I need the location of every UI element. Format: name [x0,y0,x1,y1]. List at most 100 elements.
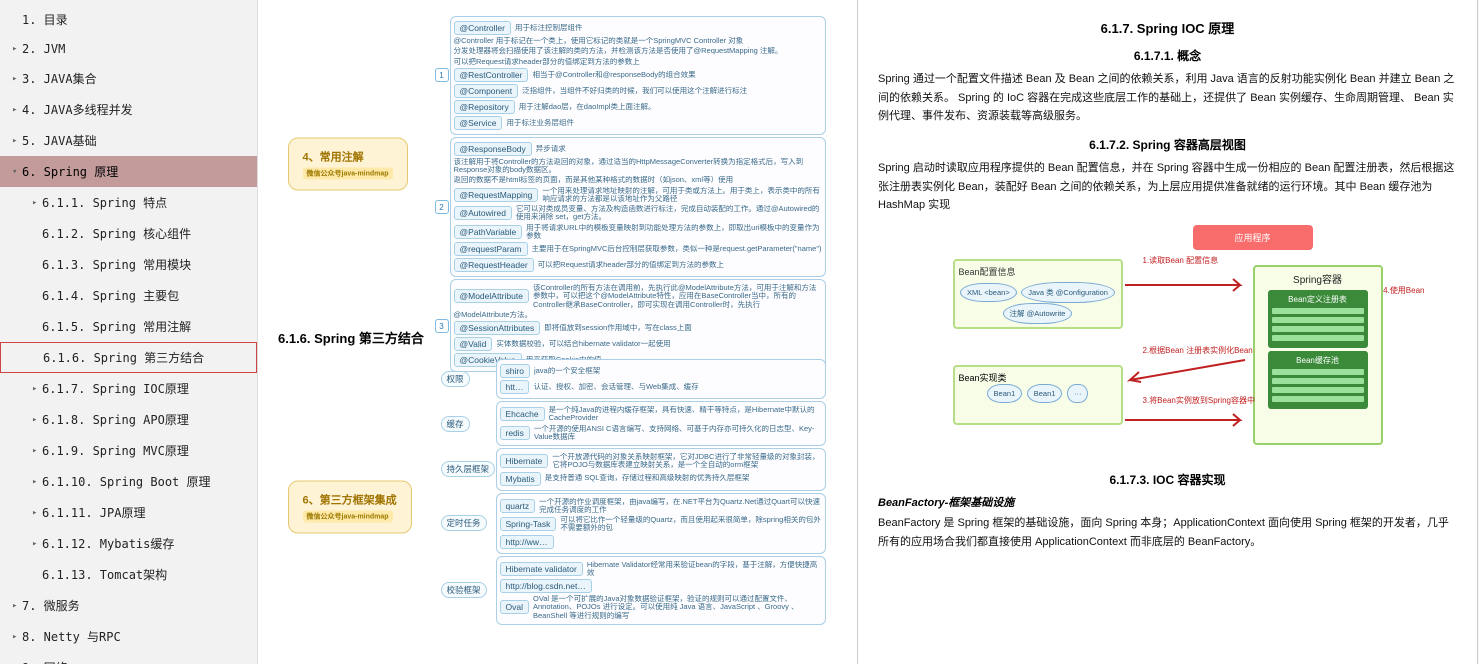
toc-item[interactable]: 1. 目录 [0,4,257,35]
toc-label: 6.1.11. JPA原理 [42,504,145,521]
mm-node: Oval [500,600,529,614]
toc-item[interactable]: ▸6.1.1. Spring 特点 [0,187,257,218]
mm-group: 2@ResponseBody异步请求该注解用于将Controller的方法返回的… [450,137,826,277]
mindmap-annotations: 4、常用注解 微信公众号java-mindmap 1@Controller用于标… [288,14,828,314]
mm-desc: 是一个纯Java的进程内缓存框架，具有快速、精干等特点，是Hibernate中默… [549,406,822,423]
mm-row: http://blog.csdn.net… [500,578,822,594]
toc-item[interactable]: ▸6.1.10. Spring Boot 原理 [0,466,257,497]
mm1-root-tag: 微信公众号java-mindmap [303,168,393,180]
mm-group: 权限shirojava的一个安全框架htt…认证、授权、加密、会话管理、与Web… [496,359,826,399]
mm-row: Mybatis是支持普通 SQL查询，存储过程和高级映射的优秀持久层框架 [500,471,822,487]
mm-node: Hibernate validator [500,562,583,576]
mm-node: @Valid [454,337,493,351]
mm-desc: 用于标注业务层组件 [506,119,821,127]
mm-node: @ModelAttribute [454,289,529,303]
mm-desc: 可以把Request请求header部分的值绑定到方法的参数上 [454,58,822,66]
toc-item[interactable]: ▸2. JVM [0,35,257,63]
mm-node: htt… [500,380,530,394]
page-1: 4、常用注解 微信公众号java-mindmap 1@Controller用于标… [258,0,858,664]
mm-node: @Component [454,84,519,98]
mm-desc: OVal 是一个可扩展的Java对象数据验证框架，验证的规则可以通过配置文件、A… [533,595,822,620]
mm-row: 该注解用于将Controller的方法返回的对象，通过适当的HttpMessag… [454,157,822,176]
cfg-xml: XML <bean> [960,283,1017,302]
mm-node: @Repository [454,100,515,114]
chevron-icon: ▸ [32,415,42,425]
toc-label: 6.1.7. Spring IOC原理 [42,380,189,397]
toc-item[interactable]: ▸6.1.11. JPA原理 [0,497,257,528]
chevron-icon: ▸ [32,508,42,518]
mm-node: Ehcache [500,407,545,421]
toc-item[interactable]: 6.1.2. Spring 核心组件 [0,218,257,249]
toc-item[interactable]: ▸6.1.7. Spring IOC原理 [0,373,257,404]
mm-desc: @ModelAttribute方法。 [454,311,822,319]
mm-row: @SessionAttributes即将值放到session作用域中，写在cla… [454,320,822,336]
toc-item[interactable]: 6.1.6. Spring 第三方结合 [0,342,257,373]
toc-item[interactable]: 6.1.3. Spring 常用模块 [0,249,257,280]
toc-item[interactable]: ▸7. 微服务 [0,590,257,621]
toc-sidebar[interactable]: 1. 目录▸2. JVM▸3. JAVA集合▸4. JAVA多线程并发▸5. J… [0,0,258,664]
mm-desc: 是支持普通 SQL查询，存储过程和高级映射的优秀持久层框架 [545,474,822,482]
impl-b2: Bean1 [1027,384,1063,403]
impl-etc: ··· [1067,384,1089,403]
mm-row: redis一个开源的使用ANSI C语言编写、支持网络、可基于内存亦可持久化的日… [500,424,822,443]
toc-label: 6.1.8. Spring APO原理 [42,411,189,428]
toc-item[interactable]: 6.1.4. Spring 主要包 [0,280,257,311]
chevron-icon: ▸ [32,384,42,394]
toc-label: 6.1.13. Tomcat架构 [42,566,167,583]
mm-desc: 用于将请求URL中的模板变量映射到功能处理方法的参数上，即取出uri模板中的变量… [526,224,821,241]
mm-desc: 用于标注控制层组件 [515,24,822,32]
toc-label: 6.1.4. Spring 主要包 [42,287,179,304]
heading-6-1-7: 6.1.7. Spring IOC 原理 [878,18,1457,37]
arrow-icon [1125,355,1255,385]
toc-item[interactable]: ▸3. JAVA集合 [0,63,257,94]
cfg-java: Java 类 @Configuration [1021,282,1115,303]
mm-node: Spring-Task [500,517,557,531]
mm-node: @Autowired [454,206,512,220]
toc-item[interactable]: ▸5. JAVA基础 [0,125,257,156]
mm-row: shirojava的一个安全框架 [500,363,822,379]
mm-node: @PathVariable [454,225,523,239]
mm-row: @Component泛指组件，当组件不好归类的时候，我们可以使用这个注解进行标注 [454,83,822,99]
toc-label: 2. JVM [22,42,65,56]
toc-label: 1. 目录 [22,11,68,28]
toc-item[interactable]: ▸6.1.8. Spring APO原理 [0,404,257,435]
mm-desc: 返回的数据不是html标签的页面，而是其他某种格式的数据时（如json、xml等… [454,176,822,184]
mm-node: @SessionAttributes [454,321,541,335]
toc-item[interactable]: ▸4. JAVA多线程并发 [0,94,257,125]
mm-desc: 一个开源的作业调度框架，由java编写，在.NET平台为Quartz.Net通过… [539,498,821,515]
mm-node: @Service [454,116,503,130]
mm-desc: 该Controller的所有方法在调用前，先执行此@ModelAttribute… [533,284,822,309]
toc-item[interactable]: ▸6.1.12. Mybatis缓存 [0,528,257,559]
mm-desc: @Controller 用于标记在一个类上，使用它标记的类就是一个SpringM… [454,37,822,45]
mm-desc: 可以把Request请求header部分的值绑定到方法的参数上 [538,261,822,269]
toc-item[interactable]: 6.1.5. Spring 常用注解 [0,311,257,342]
mm-row: @RequestHeader可以把Request请求header部分的值绑定到方… [454,257,822,273]
ioc-spring-box: Spring容器 Bean定义注册表 Bean缓存池 [1253,265,1383,445]
ioc-config-box: Bean配置信息 XML <bean> Java 类 @Configuratio… [953,259,1123,329]
heading-6-1-7-3: 6.1.7.3. IOC 容器实现 [878,471,1457,488]
para-beanfactory: BeanFactory 是 Spring 框架的基础设施，面向 Spring 本… [878,514,1457,551]
para-highview: Spring 启动时读取应用程序提供的 Bean 配置信息，并在 Spring … [878,159,1457,215]
mm-row: @Repository用于注解dao层，在daoImpl类上面注解。 [454,99,822,115]
toc-item[interactable]: ▸6.1.9. Spring MVC原理 [0,435,257,466]
page-2: 6.1.7. Spring IOC 原理 6.1.7.1. 概念 Spring … [858,0,1478,664]
toc-item[interactable]: 6.1.13. Tomcat架构 [0,559,257,590]
mm-row: @Controller 用于标记在一个类上，使用它标记的类就是一个SpringM… [454,36,822,46]
toc-item[interactable]: ▸9. 网络 [0,652,257,664]
toc-label: 6.1.5. Spring 常用注解 [42,318,191,335]
mm-branch-label: 定时任务 [441,515,487,531]
mm-desc: 实体数据校验，可以结合hibernate validator一起使用 [496,340,821,348]
toc-item[interactable]: ▸8. Netty 与RPC [0,621,257,652]
mm-row: @Controller用于标注控制层组件 [454,20,822,36]
mm-row: @Service用于标注业务层组件 [454,115,822,131]
mm1-root-label: 4、常用注解 [303,152,364,164]
ioc-config-hdr: Bean配置信息 [959,265,1117,278]
mm-row: @RestController相当于@Controller和@responseB… [454,67,822,83]
mm-branch-label: 校验框架 [441,582,487,598]
chevron-icon: ▸ [32,446,42,456]
toc-label: 5. JAVA基础 [22,132,97,149]
chevron-icon: ▸ [32,539,42,549]
toc-item[interactable]: ▾6. Spring 原理 [0,156,257,187]
toc-label: 3. JAVA集合 [22,70,97,87]
ioc-diagram: 应用程序 Bean配置信息 XML <bean> Java 类 @Configu… [953,225,1383,455]
